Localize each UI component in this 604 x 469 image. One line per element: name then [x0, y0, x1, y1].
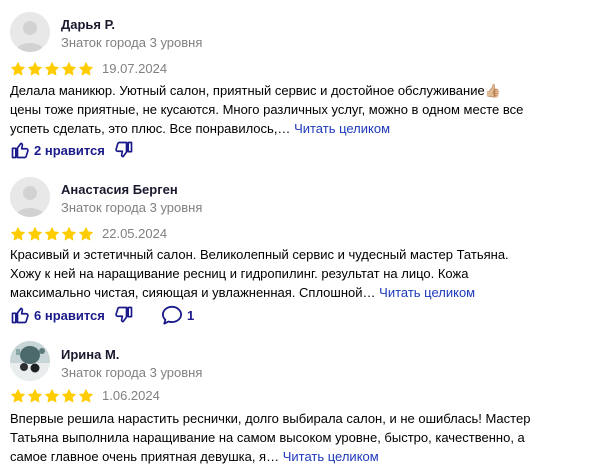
review-text-line: Впервые решила нарастить реснички, долго… [10, 411, 531, 426]
author-level: Знаток города 3 уровня [61, 365, 203, 380]
review-text-line: Татьяна выполнила наращивание на самом в… [10, 430, 525, 445]
star-icon [27, 226, 43, 241]
comments-button[interactable]: 1 [161, 305, 194, 325]
star-icon [10, 226, 26, 241]
like-count: 2 нравится [34, 142, 105, 158]
review-text-line: Делала маникюр. Уютный салон, приятный с… [10, 83, 501, 98]
rating-stars [10, 61, 94, 77]
thumb-up-icon [11, 307, 29, 324]
review-date: 22.05.2024 [102, 226, 168, 241]
comment-bubble-icon [162, 305, 182, 325]
like-button[interactable]: 2 нравится [10, 140, 105, 160]
read-more-link[interactable]: Читать целиком [379, 285, 475, 300]
star-icon [61, 61, 77, 76]
default-avatar-icon [10, 177, 50, 217]
read-more-link[interactable]: Читать целиком [294, 121, 390, 136]
star-icon [44, 226, 60, 241]
star-icon [27, 388, 43, 403]
star-icon [44, 388, 60, 403]
review-text-line: самое главное очень приятная девушка, я…… [10, 449, 379, 464]
review-text-line: Хожу к ней на наращивание ресниц и гидро… [10, 266, 469, 281]
avatar[interactable] [10, 177, 50, 217]
review-date: 1.06.2024 [102, 388, 160, 403]
star-icon [27, 61, 43, 76]
rating-stars [10, 388, 94, 404]
read-more-link[interactable]: Читать целиком [283, 449, 379, 464]
review-text-line: Красивый и эстетичный салон. Великолепны… [10, 247, 509, 262]
review-text: Делала маникюр. Уютный салон, приятный с… [10, 81, 570, 138]
star-icon [78, 388, 94, 403]
author-level: Знаток города 3 уровня [61, 200, 203, 215]
like-button[interactable]: 6 нравится [10, 305, 105, 325]
avatar[interactable] [10, 341, 50, 381]
author-name[interactable]: Дарья Р. [61, 17, 115, 32]
review-text-line: успеть сделать, это плюс. Все понравилос… [10, 121, 391, 136]
star-icon [78, 61, 94, 76]
review-text-line: максимально чистая, сияющая и увлажненна… [10, 285, 476, 300]
star-icon [78, 226, 94, 241]
rating-stars [10, 226, 94, 242]
author-name[interactable]: Анастасия Берген [61, 182, 178, 197]
author-level: Знаток города 3 уровня [61, 35, 203, 50]
dislike-button[interactable] [114, 305, 134, 325]
star-icon [10, 61, 26, 76]
avatar[interactable] [10, 12, 50, 52]
thumb-up-icon [11, 142, 29, 159]
user-photo-avatar [10, 341, 50, 381]
star-icon [61, 388, 77, 403]
thumb-down-icon [115, 141, 133, 158]
default-avatar-icon [10, 12, 50, 52]
author-name[interactable]: Ирина М. [61, 347, 119, 362]
dislike-button[interactable] [114, 140, 134, 160]
star-icon [61, 226, 77, 241]
like-count: 6 нравится [34, 307, 105, 323]
review-text: Красивый и эстетичный салон. Великолепны… [10, 245, 570, 302]
thumb-down-icon [115, 306, 133, 323]
review-text-line: цены тоже приятные, не кусаются. Много р… [10, 102, 524, 117]
star-icon [10, 388, 26, 403]
comments-count: 1 [187, 307, 195, 323]
review-text: Впервые решила нарастить реснички, долго… [10, 409, 570, 466]
review-date: 19.07.2024 [102, 61, 168, 76]
star-icon [44, 61, 60, 76]
